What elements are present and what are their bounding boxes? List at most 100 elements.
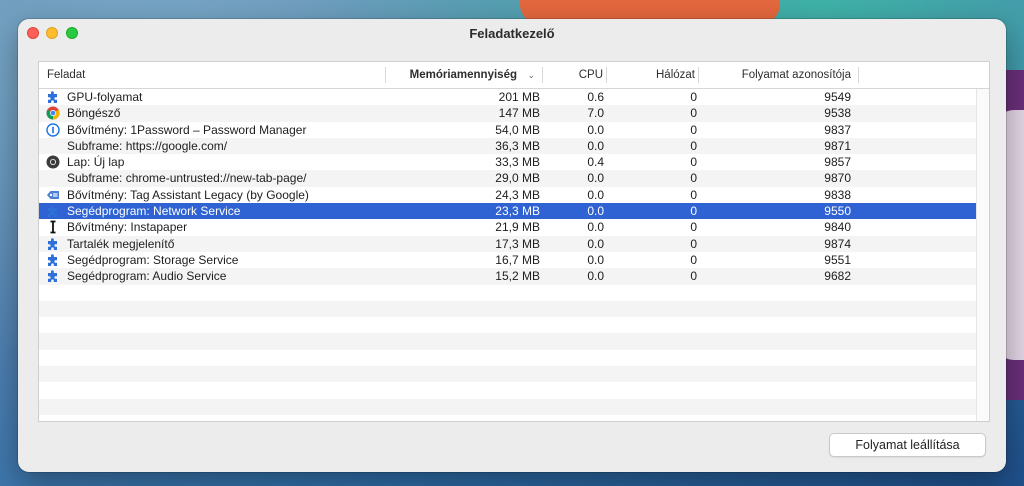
- cell-memory: 15,2 MB: [495, 269, 540, 284]
- cell-task: GPU-folyamat: [67, 90, 143, 104]
- cell-cpu: 0.0: [587, 252, 604, 267]
- cell-cpu: 0.4: [587, 155, 604, 170]
- cell-task: Tartalék megjelenítő: [67, 236, 175, 251]
- empty-row: [39, 317, 989, 333]
- cell-memory: 33,3 MB: [495, 155, 540, 170]
- cell-pid: 9551: [824, 252, 851, 267]
- cell-task: Bővítmény: Instapaper: [67, 220, 188, 235]
- puzzle-icon: [46, 204, 60, 218]
- cell-pid: 9682: [824, 269, 851, 284]
- cell-cpu: 0.0: [587, 220, 604, 235]
- puzzle-icon: [46, 253, 60, 267]
- cell-cpu: 0.6: [587, 90, 604, 104]
- table-row[interactable]: Segédprogram: Audio Service 15,2 MB 0.0 0 96…: [39, 268, 989, 285]
- instapaper-icon: [46, 220, 60, 234]
- no-icon: [46, 139, 60, 153]
- cell-memory: 16,7 MB: [495, 252, 540, 267]
- column-header-memory[interactable]: Memóriamennyiség ⌄: [386, 62, 543, 88]
- 1password-icon: [46, 122, 60, 137]
- column-header-task[interactable]: Feladat: [39, 62, 386, 88]
- cell-pid: 9838: [824, 187, 851, 202]
- empty-row: [39, 300, 989, 318]
- table-row[interactable]: Böngésző 147 MB 7.0 0 9538: [39, 105, 989, 122]
- cell-network: 0: [690, 106, 697, 121]
- cell-pid: 9870: [824, 171, 851, 186]
- process-table: Feladat Memóriamennyiség ⌄ CPU Hálózat F…: [38, 61, 990, 422]
- table-row[interactable]: Subframe: https://google.com/36,3 MB 0.0 0…: [39, 137, 989, 155]
- column-header-cpu[interactable]: CPU: [543, 62, 607, 88]
- cell-cpu: 0.0: [587, 236, 604, 251]
- title-bar: Feladatkezelő: [18, 19, 1006, 49]
- table-header: Feladat Memóriamennyiség ⌄ CPU Hálózat F…: [39, 62, 989, 89]
- cell-memory: 24,3 MB: [495, 187, 540, 202]
- cell-pid: 9549: [824, 90, 851, 104]
- cell-task: Subframe: https://google.com/: [67, 138, 228, 153]
- task-manager-window: Feladatkezelő Feladat Memóriamennyiség ⌄…: [18, 19, 1006, 472]
- empty-row: [39, 333, 989, 350]
- table-row[interactable]: Lap: Új lap 33,3 MB 0.4 0 9857: [39, 154, 989, 170]
- cell-network: 0: [690, 236, 697, 251]
- table-row[interactable]: Tartalék megjelenítő 17,3 MB 0.0 0 9874: [39, 235, 989, 252]
- cell-network: 0: [690, 122, 697, 137]
- cell-task: Bővítmény: 1Password – Password Manager: [67, 122, 307, 137]
- cell-pid: 9874: [824, 236, 851, 251]
- cell-cpu: 0.0: [587, 138, 604, 153]
- table-row[interactable]: Bővítmény: Instapaper 21,9 MB 0.0 0 9840: [39, 219, 989, 235]
- end-process-button[interactable]: Folyamat leállítása: [829, 433, 986, 457]
- column-header-memory-label: Memóriamennyiség: [409, 69, 517, 81]
- cell-task: Segédprogram: Audio Service: [67, 269, 227, 284]
- cell-pid: 9840: [824, 220, 851, 235]
- vertical-scrollbar[interactable]: [976, 89, 989, 421]
- cell-task: Subframe: chrome-untrusted://new-tab-pag…: [67, 171, 307, 186]
- cell-cpu: 7.0: [587, 106, 604, 121]
- cell-memory: 17,3 MB: [495, 236, 540, 251]
- cell-cpu: 0.0: [587, 269, 604, 284]
- cell-network: 0: [690, 204, 697, 219]
- cell-network: 0: [690, 138, 697, 153]
- empty-row: [39, 398, 989, 415]
- puzzle-icon: [46, 269, 60, 283]
- table-row[interactable]: Subframe: chrome-untrusted://new-tab-pag…: [39, 170, 989, 187]
- empty-row: [39, 350, 989, 366]
- cell-task: Segédprogram: Storage Service: [67, 252, 239, 267]
- cell-network: 0: [690, 187, 697, 202]
- cell-network: 0: [690, 220, 697, 235]
- cell-task: Bővítmény: Tag Assistant Legacy (by Goog…: [67, 187, 309, 202]
- cell-task: Lap: Új lap: [67, 155, 125, 170]
- empty-row: [39, 366, 989, 383]
- table-row-selected[interactable]: Segédprogram: Network Service 23,3 MB 0.0 0…: [39, 203, 989, 220]
- cell-memory: 29,0 MB: [495, 171, 540, 186]
- window-title: Feladatkezelő: [469, 26, 555, 41]
- no-icon: [46, 171, 60, 185]
- table-row[interactable]: Bővítmény: 1Password – Password Manager 5…: [39, 122, 989, 138]
- chrome-tab-icon: [46, 155, 60, 169]
- table-row[interactable]: Segédprogram: Storage Service 16,7 MB 0.0 0…: [39, 252, 989, 268]
- puzzle-icon: [46, 237, 60, 251]
- cell-network: 0: [690, 90, 697, 104]
- tag-icon: [46, 188, 60, 202]
- cell-cpu: 0.0: [587, 171, 604, 186]
- column-header-pid[interactable]: Folyamat azonosítója: [699, 62, 859, 88]
- empty-row: [39, 285, 989, 301]
- table-row[interactable]: Bővítmény: Tag Assistant Legacy (by Goog…: [39, 187, 989, 203]
- cell-cpu: 0.0: [587, 122, 604, 137]
- cell-memory: 21,9 MB: [495, 220, 540, 235]
- cell-pid: 9550: [824, 204, 851, 219]
- sort-descending-icon: ⌄: [527, 70, 535, 80]
- cell-cpu: 0.0: [587, 187, 604, 202]
- cell-memory: 36,3 MB: [495, 138, 540, 153]
- table-row[interactable]: GPU-folyamat 201 MB 0.6 0 9549: [39, 89, 989, 105]
- cell-network: 0: [690, 252, 697, 267]
- cell-network: 0: [690, 155, 697, 170]
- cell-network: 0: [690, 171, 697, 186]
- cell-memory: 23,3 MB: [495, 204, 540, 219]
- cell-memory: 201 MB: [498, 90, 540, 104]
- cell-memory: 54,0 MB: [495, 122, 540, 137]
- empty-row: [39, 382, 989, 398]
- column-header-network[interactable]: Hálózat: [607, 62, 699, 88]
- cell-task: Segédprogram: Network Service: [67, 204, 241, 219]
- cell-cpu: 0.0: [587, 204, 604, 219]
- cell-task: Böngésző: [67, 106, 121, 121]
- cell-pid: 9857: [824, 155, 851, 170]
- cell-network: 0: [690, 269, 697, 284]
